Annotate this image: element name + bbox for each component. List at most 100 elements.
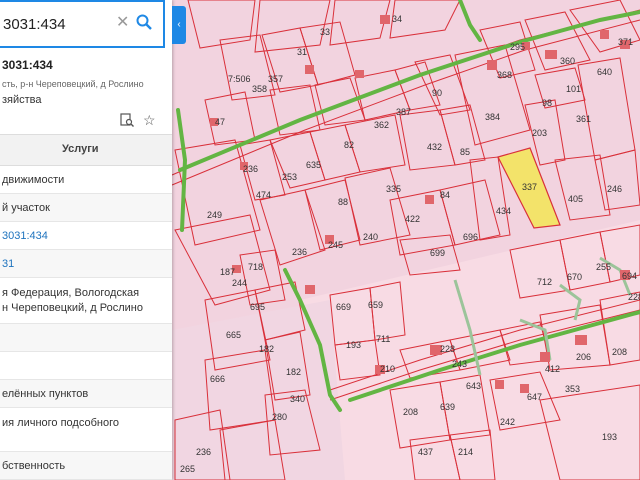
parcel-number-label: 246 (607, 184, 622, 194)
parcel-number-label: 387 (396, 107, 411, 117)
parcel-number-label: 353 (565, 384, 580, 394)
detail-row: елённых пунктов (0, 380, 172, 408)
parcel-number-label: 214 (458, 447, 473, 457)
parcel-number-label: 659 (368, 300, 383, 310)
parcel-number-label: 245 (328, 240, 343, 250)
parcel-number-label: 101 (566, 84, 581, 94)
detail-row: й участок (0, 194, 172, 222)
parcel-number-label: 243 (452, 359, 467, 369)
parcel-number-label: 33 (320, 27, 330, 37)
parcel-number-label: 88 (338, 197, 348, 207)
detail-row-link[interactable]: 31 (0, 250, 172, 278)
parcel-number-label: 434 (496, 206, 511, 216)
parcel-number-label: 208 (403, 407, 418, 417)
search-input[interactable]: 3031:434 (3, 16, 66, 33)
parcel-number-label: 236 (243, 164, 258, 174)
parcel-number-label: 639 (440, 402, 455, 412)
parcel-number-label: 31 (297, 47, 307, 57)
parcel-number-label: 371 (618, 37, 633, 47)
parcel-number-label: 34 (392, 14, 402, 24)
parcel-number-label: 357 (268, 74, 283, 84)
parcel-number-label: 210 (380, 364, 395, 374)
parcel-number-label: 635 (306, 160, 321, 170)
parcel-number-label: 240 (363, 232, 378, 242)
parcel-number-label: 182 (259, 344, 274, 354)
parcel-title: 3031:434 (2, 58, 53, 72)
parcel-number-label: 712 (537, 277, 552, 287)
parcel-number-label: 84 (440, 190, 450, 200)
parcel-number-label: 82 (344, 140, 354, 150)
parcel-number-label: 647 (527, 392, 542, 402)
info-panel: 3031:434 ✕ 3031:434 сть, р-н Череповецки… (0, 0, 172, 480)
parcel-number-label: 432 (427, 142, 442, 152)
parcel-number-label: 242 (500, 417, 515, 427)
parcel-number-label: 718 (248, 262, 263, 272)
parcel-number-label: 340 (290, 394, 305, 404)
parcel-number-label: 412 (545, 364, 560, 374)
detail-row (0, 324, 172, 352)
tab-bar: Услуги (0, 134, 172, 166)
detail-row-link[interactable]: 3031:434 (0, 222, 172, 250)
parcel-number-label: 643 (466, 381, 481, 391)
parcel-number-label: 358 (252, 84, 267, 94)
parcel-number-label: 253 (282, 172, 297, 182)
detail-row: движимости (0, 166, 172, 194)
parcel-number-label: 244 (232, 278, 247, 288)
star-icon[interactable]: ☆ (143, 113, 156, 127)
parcel-number-label: 47 (215, 117, 225, 127)
parcel-number-label: 695 (250, 302, 265, 312)
collapse-panel-button[interactable]: ‹ (172, 6, 186, 44)
parcel-number-label: 193 (602, 432, 617, 442)
tab-services[interactable]: Услуги (62, 143, 99, 155)
parcel-number-label: 236 (196, 447, 211, 457)
parcel-number-label: 694 (622, 271, 637, 281)
parcel-number-label: 203 (532, 128, 547, 138)
parcel-number-label: 405 (568, 194, 583, 204)
detail-row-address: я Федерация, Вологодская н Череповецкий,… (0, 280, 172, 324)
parcel-number-label: 437 (418, 447, 433, 457)
parcel-category: зяйства (2, 94, 42, 106)
parcel-number-label: 187 (220, 267, 235, 277)
parcel-number-label: 474 (256, 190, 271, 200)
parcel-number-label: 280 (272, 412, 287, 422)
parcel-number-label: 696 (463, 232, 478, 242)
parcel-number-label: 85 (460, 147, 470, 157)
parcel-number-label: 228 (440, 344, 455, 354)
parcel-number-label: 666 (210, 374, 225, 384)
parcel-number-label: 368 (497, 70, 512, 80)
parcel-number-label: 640 (597, 67, 612, 77)
detail-row (0, 352, 172, 380)
parcel-number-label: 249 (207, 210, 222, 220)
detail-row: бственность (0, 452, 172, 480)
search-box[interactable]: 3031:434 ✕ (0, 0, 165, 48)
parcel-number-label: 236 (292, 247, 307, 257)
parcel-number-label: 711 (376, 334, 390, 344)
parcel-number-label: 295 (510, 42, 525, 52)
parcel-number-label: 193 (346, 340, 361, 350)
parcel-number-label: 228 (628, 292, 640, 302)
parcel-number-label: 384 (485, 112, 500, 122)
clear-icon[interactable]: ✕ (116, 14, 129, 32)
parcel-number-label: 337 (522, 182, 537, 192)
parcel-number-label: 699 (430, 248, 445, 258)
parcel-number-label: 335 (386, 184, 401, 194)
parcel-number-label: 360 (560, 56, 575, 66)
parcel-number-label: 265 (180, 464, 195, 474)
parcel-number-label: 90 (432, 88, 442, 98)
search-icon[interactable] (136, 14, 152, 30)
detail-row: ия личного подсобного (0, 408, 172, 452)
parcel-address: сть, р-н Череповецкий, д Рослино (2, 79, 144, 89)
parcel-number-label: 361 (576, 114, 591, 124)
parcel-number-label: 7:506 (228, 74, 251, 84)
parcel-number-label: 208 (612, 347, 627, 357)
parcel-number-label: 422 (405, 214, 420, 224)
parcel-number-label: 182 (286, 367, 301, 377)
parcel-number-label: 206 (576, 352, 591, 362)
parcel-number-label: 255 (596, 262, 611, 272)
parcel-number-label: 362 (374, 120, 389, 130)
document-search-icon[interactable] (120, 113, 134, 127)
parcel-number-label: 98 (542, 98, 552, 108)
parcel-number-label: 665 (226, 330, 241, 340)
parcel-number-label: 669 (336, 302, 351, 312)
parcel-number-label: 670 (567, 272, 582, 282)
